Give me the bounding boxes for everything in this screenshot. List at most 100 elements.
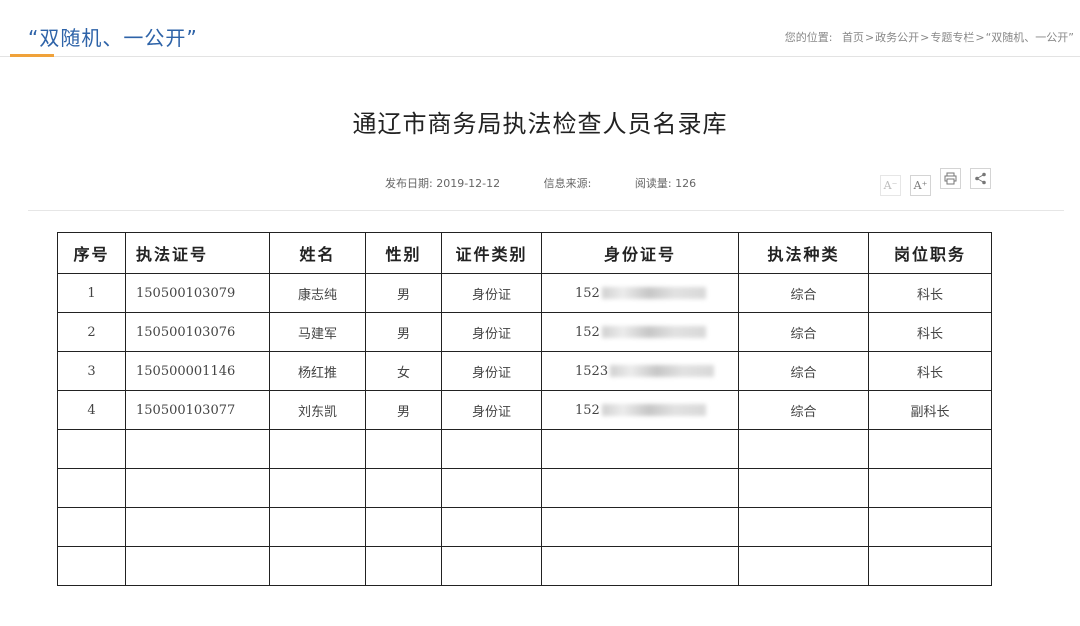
empty-cell [868,429,992,469]
cell-gender: 男 [365,273,442,313]
cell-id-number: 152 [541,390,739,430]
publish-date: 发布日期: 2019-12-12 [385,175,500,191]
enforcement-roster-table: 序号 执法证号 姓名 性别 证件类别 身份证号 执法种类 岗位职务 1 1505… [57,232,992,586]
empty-cell [125,546,270,586]
empty-cell [441,429,542,469]
cell-cert-number: 150500103076 [125,312,270,352]
cell-name: 康志纯 [269,273,366,313]
id-number-prefix: 1523 [575,363,609,379]
empty-cell [441,507,542,547]
breadcrumb-separator: > [975,31,985,44]
empty-cell [541,468,739,508]
view-count: 阅读量: 126 [635,175,696,191]
table-row: 1 150500103079 康志纯 男 身份证 152 综合 科长 [57,273,992,313]
table-row: 3 150500001146 杨红推 女 身份证 1523 综合 科长 [57,351,992,391]
empty-cell [365,546,442,586]
redacted-blur [610,365,715,377]
empty-cell [738,468,869,508]
table-row: 2 150500103076 马建军 男 身份证 152 综合 科长 [57,312,992,352]
empty-cell [868,507,992,547]
section-title: “双随机、一公开” [28,26,198,50]
empty-cell [125,429,270,469]
empty-cell [441,546,542,586]
cell-enforcement-type: 综合 [738,390,869,430]
section-title-underline [10,54,54,57]
cell-id-number: 1523 [541,351,739,391]
empty-cell [441,468,542,508]
cell-index: 4 [57,390,126,430]
column-header-name: 姓名 [269,232,366,274]
cell-id-type: 身份证 [441,273,542,313]
cell-index: 1 [57,273,126,313]
cell-id-type: 身份证 [441,351,542,391]
column-header-id-number: 身份证号 [541,232,739,274]
cell-id-number: 152 [541,273,739,313]
breadcrumb-special-topics[interactable]: 专题专栏 [930,31,974,44]
font-decrease-icon[interactable]: A⁻ [880,175,901,196]
cell-cert-number: 150500103077 [125,390,270,430]
empty-cell [365,429,442,469]
column-header-index: 序号 [57,232,126,274]
breadcrumb-current[interactable]: “双随机、一公开” [986,31,1074,44]
top-bar: “双随机、一公开” 您的位置: 首页>政务公开>专题专栏>“双随机、一公开” [0,0,1080,57]
empty-cell [541,546,739,586]
cell-id-number: 152 [541,312,739,352]
info-source-label: 信息来源: [543,177,592,190]
cell-index: 2 [57,312,126,352]
table-row-empty [57,507,992,547]
empty-cell [57,546,126,586]
redacted-blur [601,404,706,416]
article-title: 通辽市商务局执法检查人员名录库 [352,110,728,138]
empty-cell [57,468,126,508]
redacted-blur [601,326,706,338]
column-header-gender: 性别 [365,232,442,274]
breadcrumb-separator: > [864,31,875,44]
cell-gender: 男 [365,312,442,352]
view-count-value: 126 [675,177,697,190]
cell-position: 科长 [868,351,992,391]
cell-position: 科长 [868,312,992,352]
empty-cell [738,429,869,469]
font-increase-icon[interactable]: A⁺ [910,175,931,196]
empty-cell [541,507,739,547]
table-row-empty [57,429,992,469]
column-header-cert-number: 执法证号 [125,232,270,274]
cell-enforcement-type: 综合 [738,312,869,352]
cell-enforcement-type: 综合 [738,273,869,313]
empty-cell [269,429,366,469]
table-row-empty [57,546,992,586]
id-number-prefix: 152 [575,324,600,340]
meta-divider [28,210,1064,211]
cell-name: 刘东凯 [269,390,366,430]
cell-position: 科长 [868,273,992,313]
cell-position: 副科长 [868,390,992,430]
article-tools: A⁻ A⁺ [880,168,1000,196]
publish-date-label: 发布日期: [385,177,433,190]
id-number-prefix: 152 [575,285,600,301]
cell-gender: 女 [365,351,442,391]
breadcrumb-gov-affairs[interactable]: 政务公开 [875,31,919,44]
share-icon[interactable] [970,168,991,189]
empty-cell [57,429,126,469]
cell-id-type: 身份证 [441,390,542,430]
redacted-blur [601,287,706,299]
empty-cell [269,546,366,586]
table-row: 4 150500103077 刘东凯 男 身份证 152 综合 副科长 [57,390,992,430]
info-source: 信息来源: [544,175,592,191]
empty-cell [738,507,869,547]
table-row-empty [57,468,992,508]
column-header-position: 岗位职务 [868,232,992,274]
breadcrumb-home[interactable]: 首页 [842,31,864,44]
breadcrumb-separator: > [920,31,930,44]
breadcrumb: 您的位置: 首页>政务公开>专题专栏>“双随机、一公开” [785,29,1074,45]
cell-index: 3 [57,351,126,391]
empty-cell [868,468,992,508]
empty-cell [541,429,739,469]
empty-cell [125,507,270,547]
cell-enforcement-type: 综合 [738,351,869,391]
cell-name: 马建军 [269,312,366,352]
cell-cert-number: 150500103079 [125,273,270,313]
print-icon[interactable] [940,168,961,189]
column-header-id-type: 证件类别 [441,232,542,274]
cell-gender: 男 [365,390,442,430]
